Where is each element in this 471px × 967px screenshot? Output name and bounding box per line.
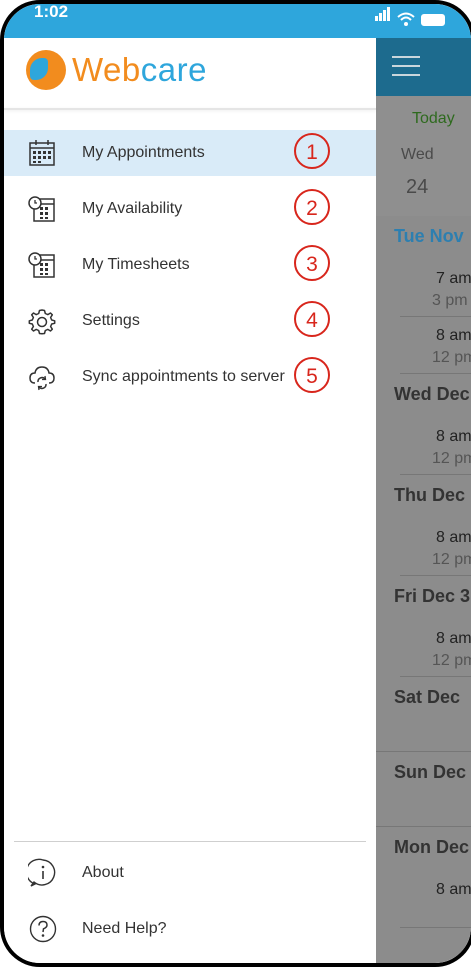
slot-end-time: 12 pm — [432, 450, 471, 467]
menu-item-label: Settings — [82, 312, 140, 329]
slot-start-time: 8 am — [436, 881, 471, 898]
day-header: Tue Nov — [394, 226, 464, 246]
annotation-badge: 3 — [294, 245, 330, 281]
hamburger-icon[interactable] — [392, 56, 420, 83]
menu-item-my-timesheets[interactable]: My Timesheets 3 — [4, 242, 376, 288]
calendar-clock-icon — [28, 196, 55, 222]
slot-start-time: 7 am — [436, 270, 471, 287]
slot-end-time: 3 pm — [432, 292, 468, 309]
navigation-drawer: Webcare My Appointments 1 My Availabilit… — [4, 38, 376, 963]
slot-start-time: 8 am — [436, 529, 471, 546]
gear-icon — [28, 309, 56, 335]
device-frame: 1:02 Today Wed 24 Tue Nov 7 am 3 pm 8 am… — [0, 0, 471, 967]
day-header: Wed Dec — [394, 384, 470, 404]
menu-item-label: Need Help? — [82, 920, 167, 937]
day-header: Fri Dec 3 — [394, 586, 471, 606]
slot-start-time: 8 am — [436, 327, 471, 344]
brand-name: Webcare — [72, 51, 207, 88]
slot-end-time: 12 pm — [432, 349, 471, 366]
annotation-badge: 4 — [294, 301, 330, 337]
appointment-slot[interactable]: 8 am 12 pm — [400, 620, 471, 677]
signal-icon — [375, 6, 391, 26]
day-spacer — [376, 796, 471, 827]
cloud-sync-icon — [29, 366, 55, 391]
menu-item-label: My Timesheets — [82, 256, 190, 273]
menu-item-need-help[interactable]: Need Help? — [4, 906, 376, 952]
background-calendar: Today Wed 24 Tue Nov 7 am 3 pm 8 am 12 pm Wed… — [376, 38, 471, 963]
annotation-badge: 2 — [294, 189, 330, 225]
day-header: Sun Dec — [394, 762, 467, 782]
calendar-clock-icon — [28, 252, 55, 278]
menu-item-label: Sync appointments to server — [82, 368, 285, 385]
drawer-footer-divider — [14, 841, 366, 842]
menu-item-my-appointments[interactable]: My Appointments 1 — [4, 130, 376, 176]
webcare-logo: Webcare — [26, 50, 207, 90]
day-number: 24 — [406, 176, 429, 198]
appointment-slot[interactable]: 7 am 3 pm — [400, 260, 471, 317]
status-icons — [375, 6, 445, 26]
annotation-badge: 5 — [294, 357, 330, 393]
date-strip: Today Wed 24 — [376, 96, 471, 216]
menu-item-label: About — [82, 864, 124, 881]
annotation-badge: 1 — [294, 133, 330, 169]
drawer-menu: My Appointments 1 My Availability 2 My T… — [4, 130, 376, 410]
appointment-list: Tue Nov 7 am 3 pm 8 am 12 pm Wed Dec 8 am 12 pm… — [376, 216, 471, 928]
menu-item-label: My Appointments — [82, 144, 205, 161]
appointment-slot[interactable]: 8 am 12 pm — [400, 519, 471, 576]
menu-item-label: My Availability — [82, 200, 183, 217]
menu-item-about[interactable]: About — [4, 850, 376, 896]
appointment-slot[interactable]: 8 am — [400, 871, 471, 928]
day-header: Sat Dec — [394, 687, 461, 707]
day-spacer — [376, 721, 471, 752]
day-header: Mon Dec — [394, 837, 470, 857]
slot-end-time: 12 pm — [432, 652, 471, 669]
info-icon — [28, 858, 56, 887]
wifi-icon — [397, 12, 415, 26]
status-bar: 1:02 — [4, 4, 471, 38]
menu-item-settings[interactable]: Settings 4 — [4, 298, 376, 344]
slot-start-time: 8 am — [436, 428, 471, 445]
appointment-slot[interactable]: 8 am 12 pm — [400, 317, 471, 374]
phone-screen: 1:02 Today Wed 24 Tue Nov 7 am 3 pm 8 am… — [0, 0, 471, 967]
slot-end-time: 12 pm — [432, 551, 471, 568]
background-header — [376, 38, 471, 96]
calendar-icon — [29, 140, 55, 166]
status-time: 1:02 — [34, 2, 69, 21]
today-label[interactable]: Today — [412, 110, 455, 128]
appointment-slot[interactable]: 8 am 12 pm — [400, 418, 471, 475]
menu-item-my-availability[interactable]: My Availability 2 — [4, 186, 376, 232]
help-icon — [29, 915, 57, 943]
slot-start-time: 8 am — [436, 630, 471, 647]
day-header: Thu Dec — [394, 485, 466, 505]
drawer-header-divider — [4, 108, 376, 110]
weekday-label: Wed — [401, 146, 434, 163]
menu-item-sync-appointments[interactable]: Sync appointments to server 5 — [4, 354, 376, 400]
logo-mark-icon — [26, 50, 66, 90]
battery-icon — [421, 14, 445, 26]
